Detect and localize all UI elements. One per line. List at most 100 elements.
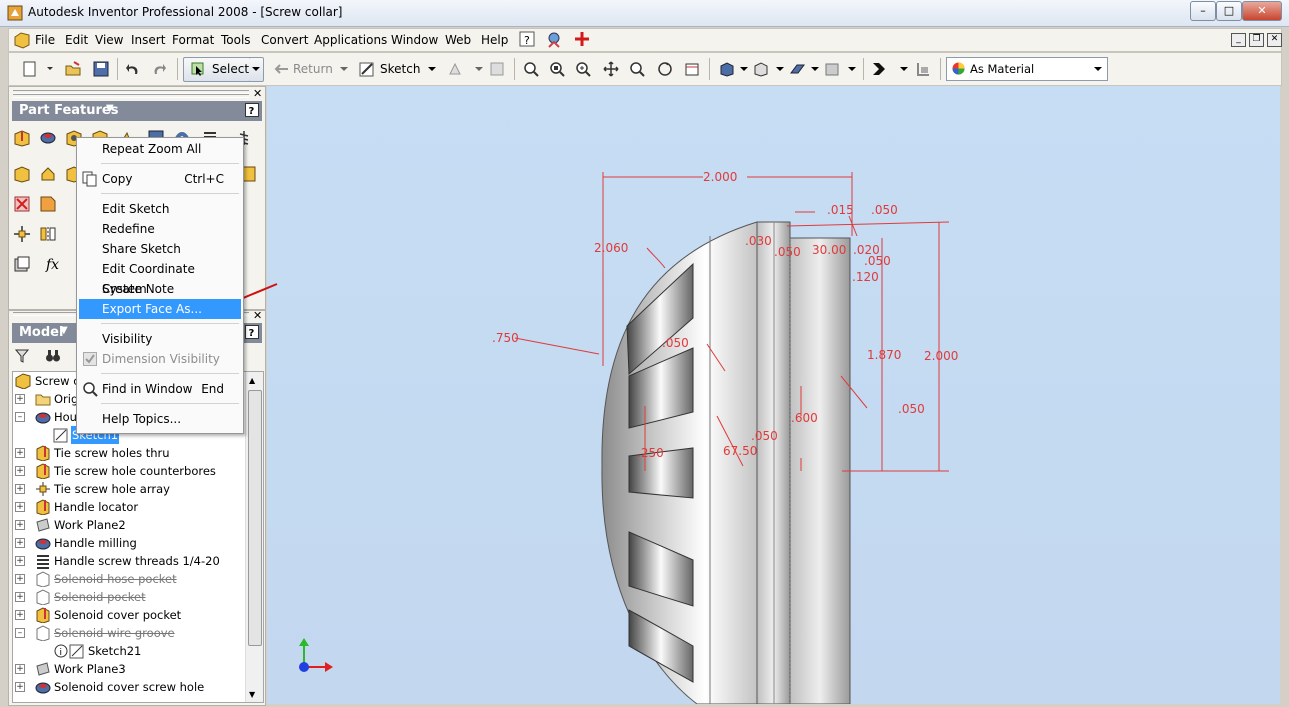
shaded-display-icon[interactable] bbox=[719, 61, 735, 77]
filter-icon[interactable] bbox=[15, 349, 29, 363]
menu-item-copy[interactable]: Copy Ctrl+C bbox=[79, 169, 241, 189]
dimension-label[interactable]: .050 bbox=[662, 336, 689, 350]
menu-help[interactable]: Help bbox=[481, 33, 508, 47]
appearance-select[interactable]: As Material bbox=[946, 57, 1108, 81]
mdi-restore-button[interactable]: ❐ bbox=[1249, 33, 1264, 47]
expand-plus-icon[interactable]: + bbox=[15, 610, 25, 620]
look-at-icon[interactable] bbox=[684, 61, 700, 77]
document-part-icon[interactable] bbox=[13, 31, 31, 49]
derived-component-icon[interactable] bbox=[13, 255, 31, 273]
move-face-icon[interactable] bbox=[39, 195, 57, 213]
chevron-down-icon[interactable] bbox=[739, 66, 749, 72]
dimension-label[interactable]: .050 bbox=[751, 429, 778, 443]
menu-item-export-face-as[interactable]: Export Face As... bbox=[79, 299, 241, 319]
help-icon[interactable]: ? bbox=[245, 103, 259, 117]
menu-item-repeat-zoom-all[interactable]: Repeat Zoom All bbox=[79, 139, 241, 159]
expand-plus-icon[interactable]: + bbox=[15, 394, 25, 404]
new-file-icon[interactable] bbox=[21, 61, 37, 77]
dimension-label[interactable]: .120 bbox=[852, 270, 879, 284]
dimension-label[interactable]: .600 bbox=[791, 411, 818, 425]
return-button[interactable]: Return bbox=[293, 62, 333, 76]
expand-plus-icon[interactable]: + bbox=[15, 484, 25, 494]
expand-plus-icon[interactable]: + bbox=[15, 502, 25, 512]
mdi-close-button[interactable]: ✕ bbox=[1267, 33, 1282, 47]
analysis-icon[interactable] bbox=[871, 61, 887, 77]
plus-icon[interactable] bbox=[574, 31, 590, 47]
ground-shadow-icon[interactable] bbox=[789, 61, 805, 77]
chevron-down-icon[interactable] bbox=[899, 66, 909, 72]
whats-this-help-icon[interactable]: ? bbox=[519, 31, 535, 47]
extrude-icon[interactable] bbox=[13, 129, 31, 147]
pan-icon[interactable] bbox=[603, 61, 619, 77]
expand-plus-icon[interactable]: + bbox=[15, 466, 25, 476]
save-icon[interactable] bbox=[93, 61, 109, 77]
zoom-window-icon[interactable] bbox=[549, 61, 565, 77]
menu-tools[interactable]: Tools bbox=[221, 33, 251, 47]
project-icon[interactable] bbox=[489, 61, 505, 77]
dimension-label[interactable]: .050 bbox=[871, 203, 898, 217]
end-of-part-icon[interactable] bbox=[915, 61, 931, 77]
section-view-icon[interactable] bbox=[824, 61, 840, 77]
product-center-icon[interactable] bbox=[545, 31, 563, 49]
part-model[interactable] bbox=[267, 86, 1280, 704]
revolve-icon[interactable] bbox=[39, 129, 57, 147]
dimension-label[interactable]: .250 bbox=[637, 446, 664, 460]
menu-format[interactable]: Format bbox=[172, 33, 214, 47]
redo-icon[interactable] bbox=[151, 61, 167, 77]
sketch-button[interactable]: Sketch bbox=[380, 62, 420, 76]
tree-scrollbar[interactable]: ▲ ▼ bbox=[245, 372, 263, 702]
menu-item-share-sketch[interactable]: Share Sketch bbox=[79, 239, 241, 259]
dimension-label[interactable]: 1.870 bbox=[867, 348, 901, 362]
delete-face-icon[interactable] bbox=[13, 195, 31, 213]
dimension-label[interactable]: .050 bbox=[864, 254, 891, 268]
expand-plus-icon[interactable]: + bbox=[15, 574, 25, 584]
find-binoculars-icon[interactable] bbox=[45, 348, 61, 364]
expand-plus-icon[interactable]: + bbox=[15, 592, 25, 602]
expand-plus-icon[interactable]: + bbox=[15, 664, 25, 674]
menu-web[interactable]: Web bbox=[445, 33, 471, 47]
dimension-label[interactable]: .750 bbox=[492, 331, 519, 345]
menu-item-dimension-visibility[interactable]: Dimension Visibility bbox=[79, 349, 241, 369]
scroll-up-icon[interactable]: ▲ bbox=[249, 376, 255, 385]
menu-item-create-note[interactable]: Create Note bbox=[79, 279, 241, 299]
expand-plus-icon[interactable]: + bbox=[15, 556, 25, 566]
camera-view-icon[interactable] bbox=[753, 61, 769, 77]
menu-item-visibility[interactable]: Visibility bbox=[79, 329, 241, 349]
graphics-viewport[interactable]: 2.000 .015 .050 2.060 .030 .050 30.00 .0… bbox=[267, 86, 1280, 704]
maximize-button[interactable]: □ bbox=[1216, 1, 1242, 21]
dimension-label[interactable]: .030 bbox=[745, 234, 772, 248]
dimension-label[interactable]: 2.000 bbox=[924, 349, 958, 363]
zoom-all-icon[interactable] bbox=[523, 61, 539, 77]
chevron-down-icon[interactable] bbox=[775, 66, 785, 72]
zoom-selected-icon[interactable] bbox=[629, 61, 645, 77]
menu-edit[interactable]: Edit bbox=[65, 33, 88, 47]
menu-item-find-in-window[interactable]: Find in Window End bbox=[79, 379, 241, 399]
dimension-label[interactable]: .050 bbox=[898, 402, 925, 416]
menu-applications[interactable]: Applications bbox=[314, 33, 387, 47]
menu-view[interactable]: View bbox=[95, 33, 123, 47]
menu-item-edit-coordinate-system[interactable]: Edit Coordinate System bbox=[79, 259, 241, 296]
menu-item-edit-sketch[interactable]: Edit Sketch bbox=[79, 199, 241, 219]
dimension-label[interactable]: 30.00 bbox=[812, 243, 846, 257]
minimize-button[interactable]: – bbox=[1190, 1, 1216, 21]
collapse-minus-icon[interactable]: – bbox=[15, 628, 25, 638]
close-button[interactable]: ✕ bbox=[1242, 1, 1282, 21]
undo-icon[interactable] bbox=[125, 61, 141, 77]
mirror-icon[interactable] bbox=[39, 225, 57, 243]
dimension-label[interactable]: .050 bbox=[774, 245, 801, 259]
menu-item-redefine[interactable]: Redefine bbox=[79, 219, 241, 239]
scroll-thumb[interactable] bbox=[248, 390, 262, 646]
menu-insert[interactable]: Insert bbox=[131, 33, 165, 47]
dimension-label[interactable]: 2.060 bbox=[594, 241, 628, 255]
part-features-header[interactable]: Part Features ▼ ? bbox=[12, 101, 262, 121]
select-button[interactable]: Select bbox=[183, 57, 257, 82]
expand-plus-icon[interactable]: + bbox=[15, 448, 25, 458]
expand-plus-icon[interactable]: + bbox=[15, 538, 25, 548]
dimension-label[interactable]: 67.50 bbox=[723, 444, 757, 458]
menu-convert[interactable]: Convert bbox=[261, 33, 308, 47]
mdi-minimize-button[interactable]: _ bbox=[1231, 33, 1246, 47]
chevron-down-icon[interactable] bbox=[427, 66, 437, 72]
dimension-label[interactable]: 2.000 bbox=[703, 170, 737, 184]
expand-plus-icon[interactable]: + bbox=[15, 682, 25, 692]
new-dropdown-arrow-icon[interactable] bbox=[45, 61, 67, 77]
